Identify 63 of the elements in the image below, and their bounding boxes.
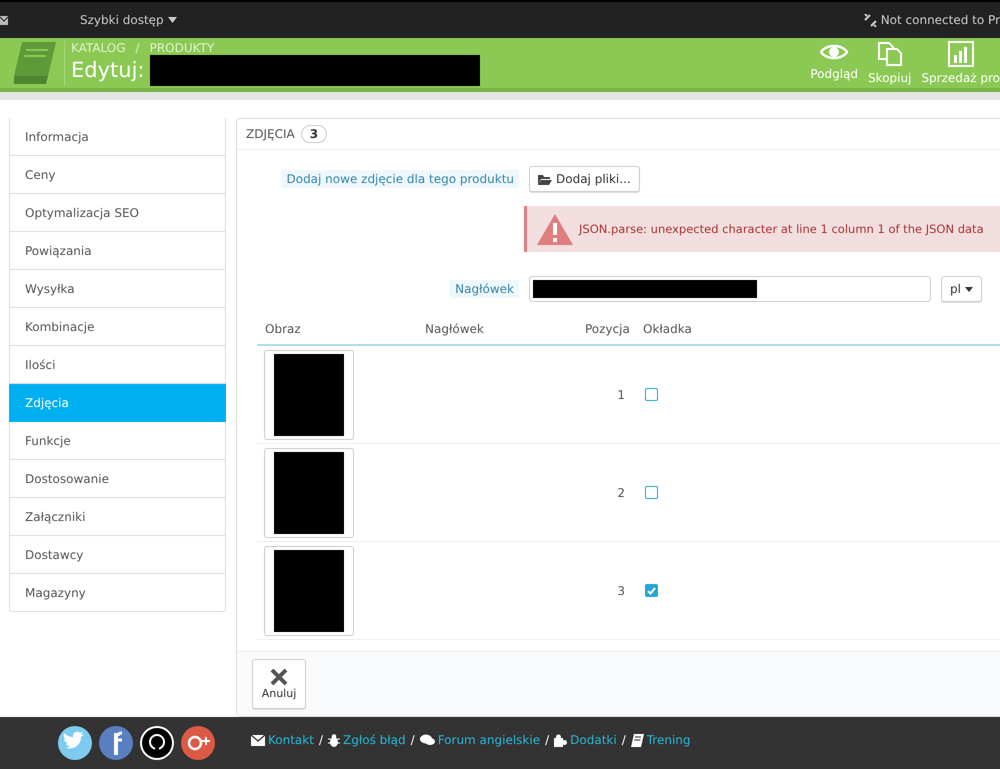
book-icon — [630, 734, 644, 746]
social-icon[interactable] — [58, 726, 92, 760]
sidebar-item[interactable]: Informacja — [9, 118, 226, 156]
column-header: Pozycja — [584, 322, 631, 336]
footer-link[interactable]: Forum angielskie — [420, 733, 540, 747]
sidebar-item[interactable]: Kombinacje — [9, 308, 226, 346]
column-header: Obraz — [264, 322, 302, 336]
book-logo-icon — [12, 42, 56, 84]
page-title: Edytuj: — [71, 58, 144, 82]
table-cell-text: 3 — [617, 584, 626, 598]
section-title: ZDJĘCIA — [246, 127, 295, 141]
column-header: Nagłówek — [424, 322, 485, 336]
footer-link[interactable]: Zgłoś błąd — [328, 733, 406, 747]
envelope-icon — [251, 734, 265, 746]
field-label: Nagłówek — [450, 280, 519, 298]
puzzle-icon — [554, 734, 568, 746]
sidebar-item[interactable]: Dostawcy — [9, 536, 226, 574]
checkbox[interactable] — [645, 388, 658, 401]
unlinked-icon — [864, 14, 877, 26]
link-separator: / — [622, 733, 626, 747]
breadcrumb-separator: / — [136, 40, 140, 54]
sidebar-item[interactable]: Optymalizacja SEO — [9, 194, 226, 232]
table-cell-text: 1 — [617, 388, 626, 402]
sidebar-item[interactable]: Powiązania — [9, 232, 226, 270]
sidebar-item[interactable]: Dostosowanie — [9, 460, 226, 498]
sidebar-item[interactable]: Magazyny — [9, 574, 226, 612]
close-icon — [270, 668, 288, 686]
folder-icon — [538, 174, 552, 184]
social-icon[interactable] — [181, 726, 215, 760]
caret-icon — [168, 17, 177, 23]
bar-chart-icon — [948, 41, 974, 67]
quick-access-menu[interactable]: Szybki dostęp — [80, 13, 177, 27]
connection-status: Not connected to Pr — [880, 13, 1000, 27]
count-badge: 3 — [300, 125, 328, 143]
caret-icon — [964, 286, 973, 292]
add-files-button[interactable]: Dodaj pliki... — [529, 166, 640, 192]
column-header: Okładka — [642, 322, 693, 336]
sidebar-item[interactable]: Wysyłka — [9, 270, 226, 308]
link-separator: / — [545, 733, 550, 747]
sidebar-item[interactable]: Funkcje — [9, 422, 226, 460]
sidebar-item[interactable]: Załączniki — [9, 498, 226, 536]
copy-icon — [876, 41, 903, 67]
field-label: Dodaj nowe zdjęcie dla tego produktu — [281, 170, 519, 188]
table-cell-text: 2 — [617, 486, 626, 500]
bug-icon — [328, 734, 340, 746]
sidebar-item[interactable]: Ceny — [9, 156, 226, 194]
warning-icon — [537, 214, 573, 244]
caption-input-field[interactable] — [529, 276, 931, 302]
link-separator: / — [410, 733, 415, 747]
checkbox[interactable] — [645, 486, 658, 499]
footer-link[interactable]: Kontakt — [251, 733, 314, 747]
social-icon[interactable] — [99, 726, 133, 760]
cancel-button[interactable]: Anuluj — [252, 659, 306, 709]
footer-link[interactable]: Dodatki — [554, 733, 617, 747]
speech-bubbles-icon — [420, 734, 435, 746]
envelope-icon[interactable] — [0, 16, 8, 24]
checkbox[interactable] — [645, 584, 658, 597]
link-separator: / — [318, 733, 323, 747]
sidebar-item[interactable]: Ilości — [9, 346, 226, 384]
footer-link[interactable]: Trening — [630, 733, 691, 747]
social-icon[interactable] — [140, 726, 174, 760]
error-message: JSON.parse: unexpected character at line 1 column 1 of the JSON data — [579, 222, 984, 236]
language-dropdown[interactable]: pl — [941, 276, 982, 302]
